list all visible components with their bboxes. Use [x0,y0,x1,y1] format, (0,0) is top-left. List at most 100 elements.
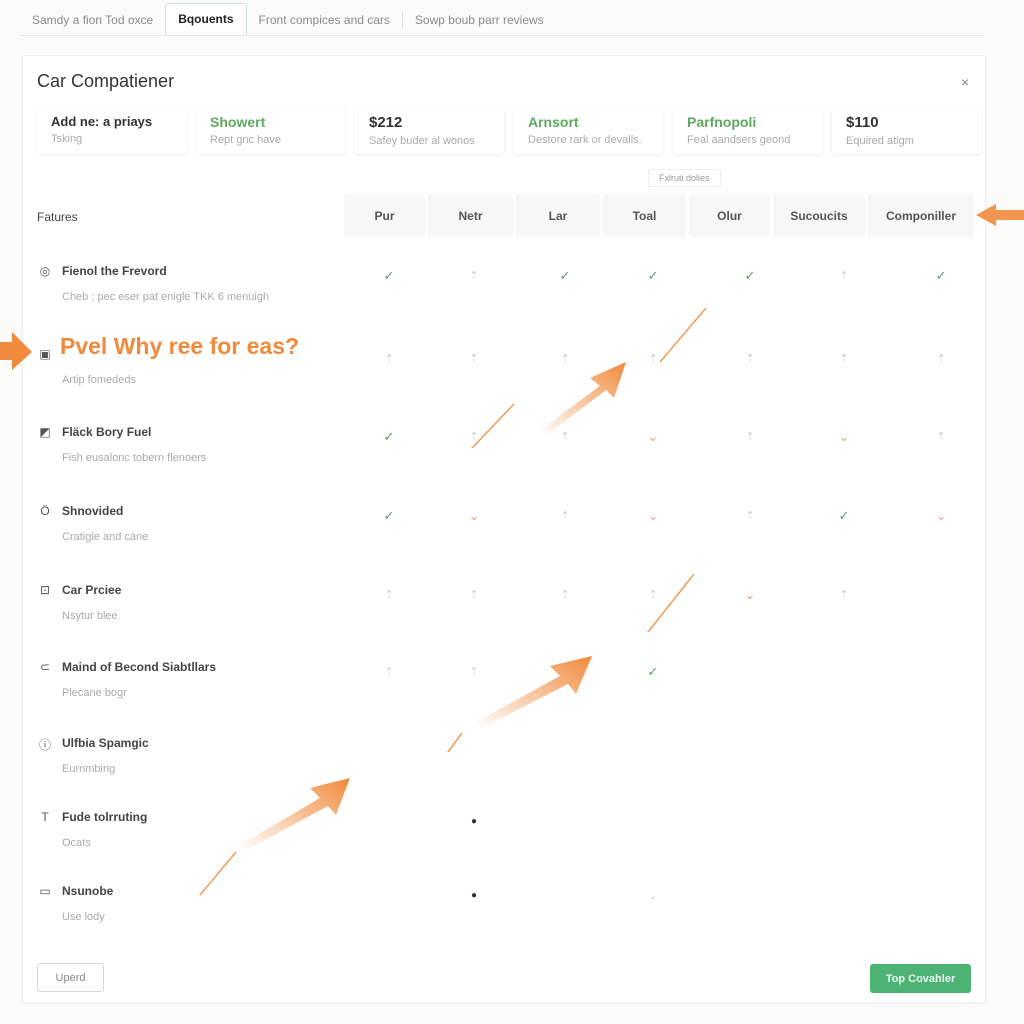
column-header-toal[interactable]: Toal [603,194,686,237]
chevron-down-icon: ⌄ [744,587,756,602]
neutral-icon: ⇡ [745,353,755,365]
row-title: Car Prciee [62,583,122,597]
neutral-icon: ⇡ [648,589,658,601]
target-icon: ◎ [39,264,51,278]
row-title: Shnovided [62,504,124,518]
row-subtitle: Artip fomededs [62,374,136,386]
uperd-button[interactable]: Uperd [37,963,104,992]
row-subtitle: Cheb ; pec eser pat enigle TKK 6 menuigh [62,291,270,303]
check-icon: ✓ [744,268,756,283]
row-subtitle: Nsytur blee [62,610,118,622]
summary-card[interactable]: Showert Rept gnc have [196,108,345,154]
panel-title: Car Compatiener [37,71,175,91]
card-title: Showert [210,114,266,130]
table-row[interactable]: ▭ Nsunobe Use lody ● ⌄ [23,884,987,944]
summary-card[interactable]: Arnsort Destore rark or devalls. [514,108,663,154]
tab-1[interactable]: Bqouents [165,3,247,35]
column-header-olur[interactable]: Olur [689,194,770,237]
neutral-icon: ⇡ [384,666,394,678]
dot-icon: ● [470,890,478,901]
table-row[interactable]: ⊂ Maind of Becond Siabtllars Plecane bogr ⇡… [23,660,987,720]
table-row[interactable]: T Fude tolrruting Ocats ● [23,810,987,870]
table-row[interactable]: Ö Shnovided Cratigie and cane ✓ ⌄ ⇡ ⌄ ⇡ ✓ ⌄ [23,504,987,564]
summary-cards: Add ne: a priays Tsking Showert Rept gnc… [37,108,981,154]
row-subtitle: Cratigie and cane [62,531,149,543]
row-title: Pvel Why ree for eas? [60,333,300,359]
row-subtitle: Use lody [62,911,105,923]
chevron-down-icon: ⌄ [647,429,659,444]
column-header-componiller[interactable]: Componiller [868,194,974,237]
dot-square-icon: ⊡ [39,583,51,597]
check-icon: ✓ [383,268,395,283]
row-title: Fläck Bory Fuel [62,425,152,439]
column-headers: Pur Netr Lar Toal Olur Sucoucits Componi… [344,194,974,237]
tab-0[interactable]: Samdy a fion Tod oxce [20,5,165,35]
card-title: $110 [846,114,879,131]
column-header-pur[interactable]: Pur [344,194,425,237]
column-header-lar[interactable]: Lar [516,194,600,237]
summary-card[interactable]: Add ne: a priays Tsking [37,108,186,154]
tab-2[interactable]: Front compices and cars [247,5,402,35]
neutral-icon: ⇡ [936,431,946,443]
row-subtitle: Eurnmbing [62,763,116,775]
close-icon[interactable]: × [961,74,969,90]
check-icon: ✓ [647,664,659,679]
neutral-icon: ⇡ [745,510,755,522]
filter-chip[interactable]: Fxlruti dolies [648,169,721,187]
check-icon: ✓ [383,429,395,444]
info-circle-icon: ⓘ [38,738,51,752]
column-header-netr[interactable]: Netr [428,194,513,237]
row-title: Nsunobe [62,884,114,898]
card-title: Parfnopoli [687,114,757,130]
check-icon: ✓ [935,268,947,283]
neutral-icon: ⇡ [839,270,849,282]
chevron-down-icon: ⌄ [935,508,947,523]
check-icon: ✓ [559,268,571,283]
summary-card[interactable]: $110 Equired atigm [832,108,981,154]
table-row[interactable]: ◩ Fläck Bory Fuel Fish eusalonc tobern fle… [23,425,987,485]
card-title: Arnsort [528,114,579,130]
text-icon: T [41,810,49,824]
neutral-icon: ⇡ [469,270,479,282]
features-column-label: Fatures [37,210,78,224]
dot-icon: ● [470,816,478,827]
check-icon: ✓ [383,508,395,523]
neutral-icon: ⇡ [839,353,849,365]
column-header-sucoucits[interactable]: Sucoucits [773,194,865,237]
row-title: Fude tolrruting [62,810,148,824]
summary-card[interactable]: $212 Safey buder al wonos [355,108,504,154]
back-square-icon: ⊂ [39,660,51,674]
tray-icon: ▭ [39,884,51,898]
table-row[interactable]: ⓘ Ulfbia Spamgic Eurnmbing [23,736,987,796]
neutral-icon: ⇡ [469,589,479,601]
neutral-icon: ⇡ [560,431,570,443]
card-subtitle: Equired atigm [846,135,914,147]
neutral-icon: ⇡ [648,353,658,365]
neutral-icon: ⇡ [936,353,946,365]
card-subtitle: Destore rark or devalls. [528,134,642,146]
table-row[interactable]: ◎ Fienol the Frevord Cheb ; pec eser pat e… [23,264,987,324]
card-subtitle: Rept gnc have [210,134,281,146]
chevron-down-icon: ⌄ [647,508,659,523]
table-row[interactable]: ▣ Pvel Why ree for eas? Artip fomededs ⇡ ⇡ ⇡ ⇡… [23,333,987,407]
tab-3[interactable]: Sowp boub parr reviews [403,5,556,35]
card-title: Add ne: a priays [51,114,153,129]
stopwatch-icon: Ö [40,504,50,518]
neutral-icon: ⇡ [469,353,479,365]
row-title: Fienol the Frevord [62,264,167,278]
row-subtitle: Plecane bogr [62,687,127,699]
top-covahler-button[interactable]: Top Covahler [870,964,971,993]
summary-card[interactable]: Parfnopoli Feal aandsers geond [673,108,822,154]
row-subtitle: Fish eusalonc tobern flenoers [62,452,207,464]
card-subtitle: Tsking [51,133,83,145]
neutral-icon: ⇡ [469,666,479,678]
chevron-down-icon: ⌄ [648,890,658,902]
neutral-icon: ⇡ [560,589,570,601]
table-row[interactable]: ⊡ Car Prciee Nsytur blee ⇡ ⇡ ⇡ ⇡ ⌄ ⇡ [23,583,987,643]
neutral-icon: ⇡ [560,510,570,522]
card-title: $212 [369,114,403,131]
neutral-icon: ⇡ [469,431,479,443]
neutral-icon: ⇡ [384,589,394,601]
card-subtitle: Safey buder al wonos [369,135,475,147]
neutral-icon: ⇡ [745,431,755,443]
